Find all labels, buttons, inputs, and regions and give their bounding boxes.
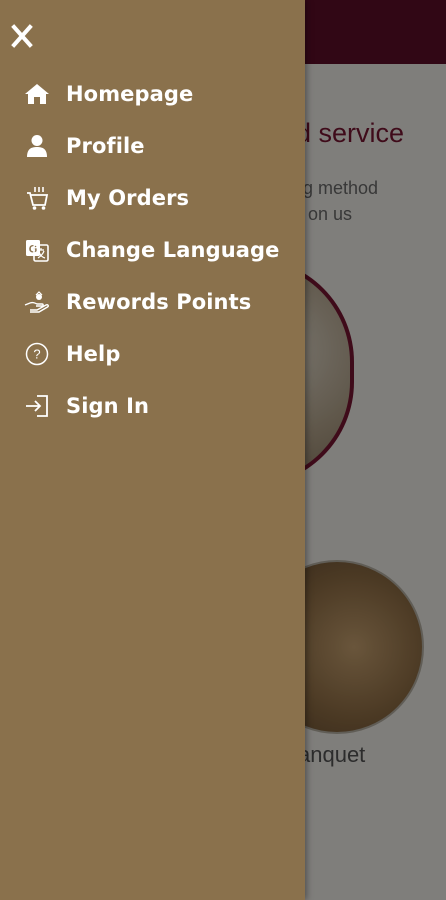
cart-icon xyxy=(24,185,50,211)
reward-hand-icon xyxy=(24,289,50,315)
translate-icon: G xyxy=(24,237,50,263)
menu-item-label: My Orders xyxy=(66,186,190,210)
menu-item-label: Profile xyxy=(66,134,145,158)
menu-item-label: Help xyxy=(66,342,121,366)
menu-item-help[interactable]: ? Help xyxy=(0,328,305,380)
menu-item-change-language[interactable]: G Change Language xyxy=(0,224,305,276)
menu-item-label: Rewords Points xyxy=(66,290,252,314)
menu-item-label: Homepage xyxy=(66,82,194,106)
menu-item-rewards-points[interactable]: Rewords Points xyxy=(0,276,305,328)
drawer-menu: Homepage Profile My Orders G Change Lang… xyxy=(0,68,305,432)
menu-item-profile[interactable]: Profile xyxy=(0,120,305,172)
svg-text:?: ? xyxy=(33,347,40,362)
menu-item-label: Change Language xyxy=(66,238,280,262)
navigation-drawer: Homepage Profile My Orders G Change Lang… xyxy=(0,0,305,900)
menu-item-label: Sign In xyxy=(66,394,150,418)
menu-item-homepage[interactable]: Homepage xyxy=(0,68,305,120)
user-icon xyxy=(24,133,50,159)
menu-item-sign-in[interactable]: Sign In xyxy=(0,380,305,432)
help-icon: ? xyxy=(24,341,50,367)
home-icon xyxy=(24,81,50,107)
close-icon[interactable] xyxy=(10,20,36,50)
menu-item-my-orders[interactable]: My Orders xyxy=(0,172,305,224)
sign-in-icon xyxy=(24,393,50,419)
